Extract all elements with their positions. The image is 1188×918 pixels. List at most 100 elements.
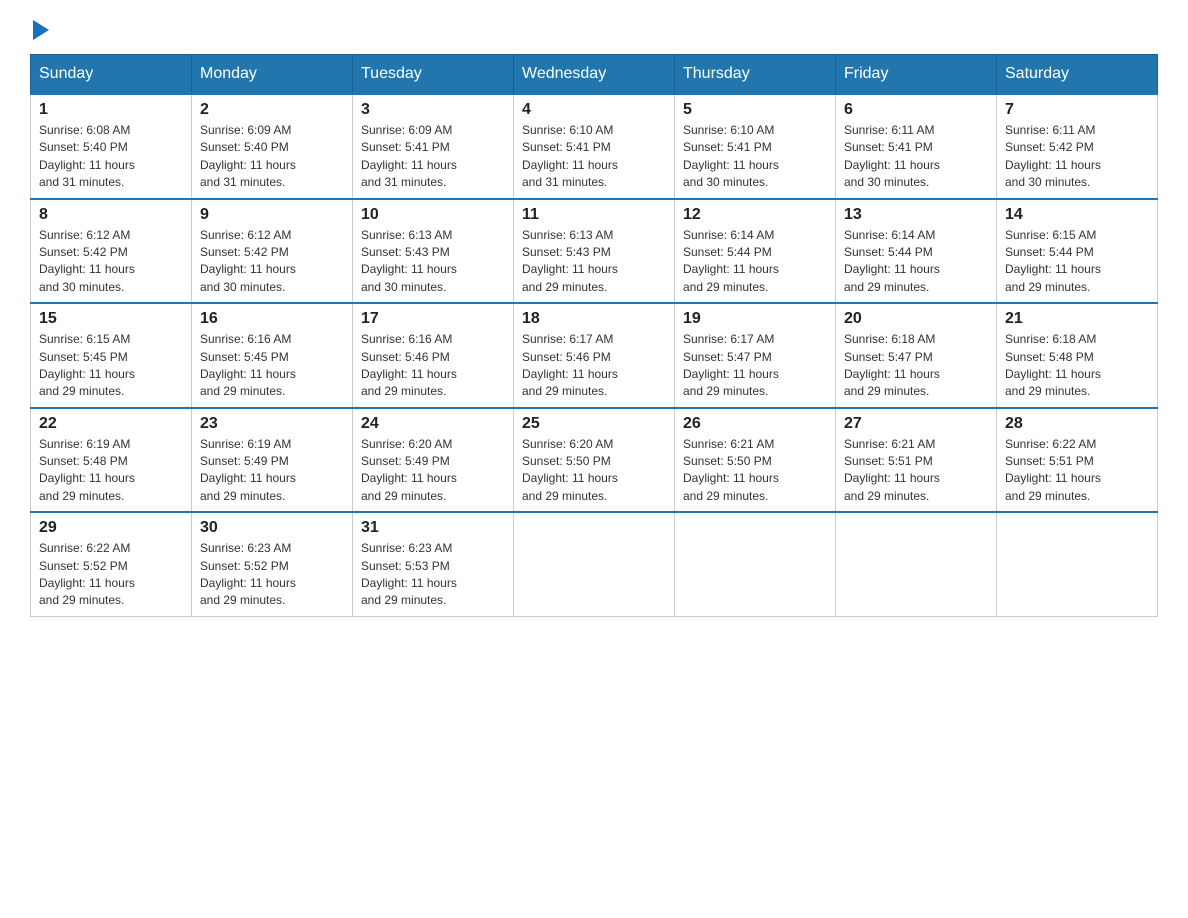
day-info: Sunrise: 6:09 AM Sunset: 5:41 PM Dayligh… bbox=[361, 122, 505, 192]
day-number: 7 bbox=[1005, 101, 1149, 119]
day-number: 21 bbox=[1005, 310, 1149, 328]
day-info: Sunrise: 6:15 AM Sunset: 5:45 PM Dayligh… bbox=[39, 331, 183, 401]
calendar-cell bbox=[836, 512, 997, 616]
calendar-cell: 11 Sunrise: 6:13 AM Sunset: 5:43 PM Dayl… bbox=[514, 199, 675, 304]
calendar-cell: 2 Sunrise: 6:09 AM Sunset: 5:40 PM Dayli… bbox=[192, 94, 353, 199]
day-number: 27 bbox=[844, 415, 988, 433]
calendar-day-header: Sunday bbox=[31, 55, 192, 95]
calendar-week-row: 1 Sunrise: 6:08 AM Sunset: 5:40 PM Dayli… bbox=[31, 94, 1158, 199]
calendar-cell: 9 Sunrise: 6:12 AM Sunset: 5:42 PM Dayli… bbox=[192, 199, 353, 304]
day-info: Sunrise: 6:22 AM Sunset: 5:51 PM Dayligh… bbox=[1005, 436, 1149, 506]
day-number: 26 bbox=[683, 415, 827, 433]
day-number: 30 bbox=[200, 519, 344, 537]
calendar-week-row: 8 Sunrise: 6:12 AM Sunset: 5:42 PM Dayli… bbox=[31, 199, 1158, 304]
day-info: Sunrise: 6:21 AM Sunset: 5:51 PM Dayligh… bbox=[844, 436, 988, 506]
day-info: Sunrise: 6:08 AM Sunset: 5:40 PM Dayligh… bbox=[39, 122, 183, 192]
day-info: Sunrise: 6:13 AM Sunset: 5:43 PM Dayligh… bbox=[361, 227, 505, 297]
day-number: 4 bbox=[522, 101, 666, 119]
calendar-cell: 10 Sunrise: 6:13 AM Sunset: 5:43 PM Dayl… bbox=[353, 199, 514, 304]
calendar-cell: 18 Sunrise: 6:17 AM Sunset: 5:46 PM Dayl… bbox=[514, 303, 675, 408]
logo-arrow-icon bbox=[33, 20, 49, 40]
calendar-cell: 6 Sunrise: 6:11 AM Sunset: 5:41 PM Dayli… bbox=[836, 94, 997, 199]
day-number: 14 bbox=[1005, 206, 1149, 224]
calendar-cell: 4 Sunrise: 6:10 AM Sunset: 5:41 PM Dayli… bbox=[514, 94, 675, 199]
calendar-cell: 19 Sunrise: 6:17 AM Sunset: 5:47 PM Dayl… bbox=[675, 303, 836, 408]
calendar-cell: 23 Sunrise: 6:19 AM Sunset: 5:49 PM Dayl… bbox=[192, 408, 353, 513]
day-number: 6 bbox=[844, 101, 988, 119]
day-number: 8 bbox=[39, 206, 183, 224]
calendar-cell: 31 Sunrise: 6:23 AM Sunset: 5:53 PM Dayl… bbox=[353, 512, 514, 616]
calendar-cell: 28 Sunrise: 6:22 AM Sunset: 5:51 PM Dayl… bbox=[997, 408, 1158, 513]
day-number: 20 bbox=[844, 310, 988, 328]
day-info: Sunrise: 6:09 AM Sunset: 5:40 PM Dayligh… bbox=[200, 122, 344, 192]
day-info: Sunrise: 6:12 AM Sunset: 5:42 PM Dayligh… bbox=[200, 227, 344, 297]
day-info: Sunrise: 6:22 AM Sunset: 5:52 PM Dayligh… bbox=[39, 540, 183, 610]
calendar-cell: 30 Sunrise: 6:23 AM Sunset: 5:52 PM Dayl… bbox=[192, 512, 353, 616]
calendar-cell: 21 Sunrise: 6:18 AM Sunset: 5:48 PM Dayl… bbox=[997, 303, 1158, 408]
calendar-week-row: 15 Sunrise: 6:15 AM Sunset: 5:45 PM Dayl… bbox=[31, 303, 1158, 408]
day-info: Sunrise: 6:21 AM Sunset: 5:50 PM Dayligh… bbox=[683, 436, 827, 506]
day-number: 5 bbox=[683, 101, 827, 119]
day-info: Sunrise: 6:11 AM Sunset: 5:41 PM Dayligh… bbox=[844, 122, 988, 192]
calendar-table: SundayMondayTuesdayWednesdayThursdayFrid… bbox=[30, 54, 1158, 617]
calendar-day-header: Friday bbox=[836, 55, 997, 95]
day-number: 13 bbox=[844, 206, 988, 224]
day-number: 9 bbox=[200, 206, 344, 224]
calendar-week-row: 22 Sunrise: 6:19 AM Sunset: 5:48 PM Dayl… bbox=[31, 408, 1158, 513]
day-number: 25 bbox=[522, 415, 666, 433]
day-number: 10 bbox=[361, 206, 505, 224]
day-info: Sunrise: 6:20 AM Sunset: 5:49 PM Dayligh… bbox=[361, 436, 505, 506]
day-info: Sunrise: 6:12 AM Sunset: 5:42 PM Dayligh… bbox=[39, 227, 183, 297]
calendar-day-header: Saturday bbox=[997, 55, 1158, 95]
calendar-cell bbox=[514, 512, 675, 616]
day-info: Sunrise: 6:18 AM Sunset: 5:47 PM Dayligh… bbox=[844, 331, 988, 401]
day-info: Sunrise: 6:16 AM Sunset: 5:45 PM Dayligh… bbox=[200, 331, 344, 401]
calendar-cell: 8 Sunrise: 6:12 AM Sunset: 5:42 PM Dayli… bbox=[31, 199, 192, 304]
day-number: 12 bbox=[683, 206, 827, 224]
day-number: 17 bbox=[361, 310, 505, 328]
day-number: 19 bbox=[683, 310, 827, 328]
calendar-cell: 29 Sunrise: 6:22 AM Sunset: 5:52 PM Dayl… bbox=[31, 512, 192, 616]
day-info: Sunrise: 6:15 AM Sunset: 5:44 PM Dayligh… bbox=[1005, 227, 1149, 297]
day-number: 31 bbox=[361, 519, 505, 537]
calendar-cell: 14 Sunrise: 6:15 AM Sunset: 5:44 PM Dayl… bbox=[997, 199, 1158, 304]
day-info: Sunrise: 6:16 AM Sunset: 5:46 PM Dayligh… bbox=[361, 331, 505, 401]
calendar-cell: 20 Sunrise: 6:18 AM Sunset: 5:47 PM Dayl… bbox=[836, 303, 997, 408]
calendar-cell: 15 Sunrise: 6:15 AM Sunset: 5:45 PM Dayl… bbox=[31, 303, 192, 408]
day-info: Sunrise: 6:13 AM Sunset: 5:43 PM Dayligh… bbox=[522, 227, 666, 297]
calendar-cell: 5 Sunrise: 6:10 AM Sunset: 5:41 PM Dayli… bbox=[675, 94, 836, 199]
calendar-week-row: 29 Sunrise: 6:22 AM Sunset: 5:52 PM Dayl… bbox=[31, 512, 1158, 616]
day-number: 24 bbox=[361, 415, 505, 433]
day-number: 22 bbox=[39, 415, 183, 433]
calendar-cell: 24 Sunrise: 6:20 AM Sunset: 5:49 PM Dayl… bbox=[353, 408, 514, 513]
calendar-cell: 12 Sunrise: 6:14 AM Sunset: 5:44 PM Dayl… bbox=[675, 199, 836, 304]
day-number: 3 bbox=[361, 101, 505, 119]
day-info: Sunrise: 6:17 AM Sunset: 5:46 PM Dayligh… bbox=[522, 331, 666, 401]
day-info: Sunrise: 6:11 AM Sunset: 5:42 PM Dayligh… bbox=[1005, 122, 1149, 192]
calendar-cell: 16 Sunrise: 6:16 AM Sunset: 5:45 PM Dayl… bbox=[192, 303, 353, 408]
day-number: 16 bbox=[200, 310, 344, 328]
calendar-day-header: Thursday bbox=[675, 55, 836, 95]
day-info: Sunrise: 6:19 AM Sunset: 5:49 PM Dayligh… bbox=[200, 436, 344, 506]
day-number: 1 bbox=[39, 101, 183, 119]
day-info: Sunrise: 6:23 AM Sunset: 5:52 PM Dayligh… bbox=[200, 540, 344, 610]
calendar-cell: 13 Sunrise: 6:14 AM Sunset: 5:44 PM Dayl… bbox=[836, 199, 997, 304]
calendar-cell: 3 Sunrise: 6:09 AM Sunset: 5:41 PM Dayli… bbox=[353, 94, 514, 199]
day-number: 18 bbox=[522, 310, 666, 328]
calendar-day-header: Monday bbox=[192, 55, 353, 95]
day-info: Sunrise: 6:10 AM Sunset: 5:41 PM Dayligh… bbox=[522, 122, 666, 192]
logo bbox=[30, 20, 49, 36]
calendar-cell: 26 Sunrise: 6:21 AM Sunset: 5:50 PM Dayl… bbox=[675, 408, 836, 513]
calendar-header-row: SundayMondayTuesdayWednesdayThursdayFrid… bbox=[31, 55, 1158, 95]
day-info: Sunrise: 6:14 AM Sunset: 5:44 PM Dayligh… bbox=[844, 227, 988, 297]
day-number: 15 bbox=[39, 310, 183, 328]
calendar-day-header: Wednesday bbox=[514, 55, 675, 95]
calendar-cell: 1 Sunrise: 6:08 AM Sunset: 5:40 PM Dayli… bbox=[31, 94, 192, 199]
day-number: 23 bbox=[200, 415, 344, 433]
calendar-day-header: Tuesday bbox=[353, 55, 514, 95]
day-info: Sunrise: 6:19 AM Sunset: 5:48 PM Dayligh… bbox=[39, 436, 183, 506]
day-number: 11 bbox=[522, 206, 666, 224]
day-info: Sunrise: 6:10 AM Sunset: 5:41 PM Dayligh… bbox=[683, 122, 827, 192]
day-info: Sunrise: 6:20 AM Sunset: 5:50 PM Dayligh… bbox=[522, 436, 666, 506]
day-number: 2 bbox=[200, 101, 344, 119]
